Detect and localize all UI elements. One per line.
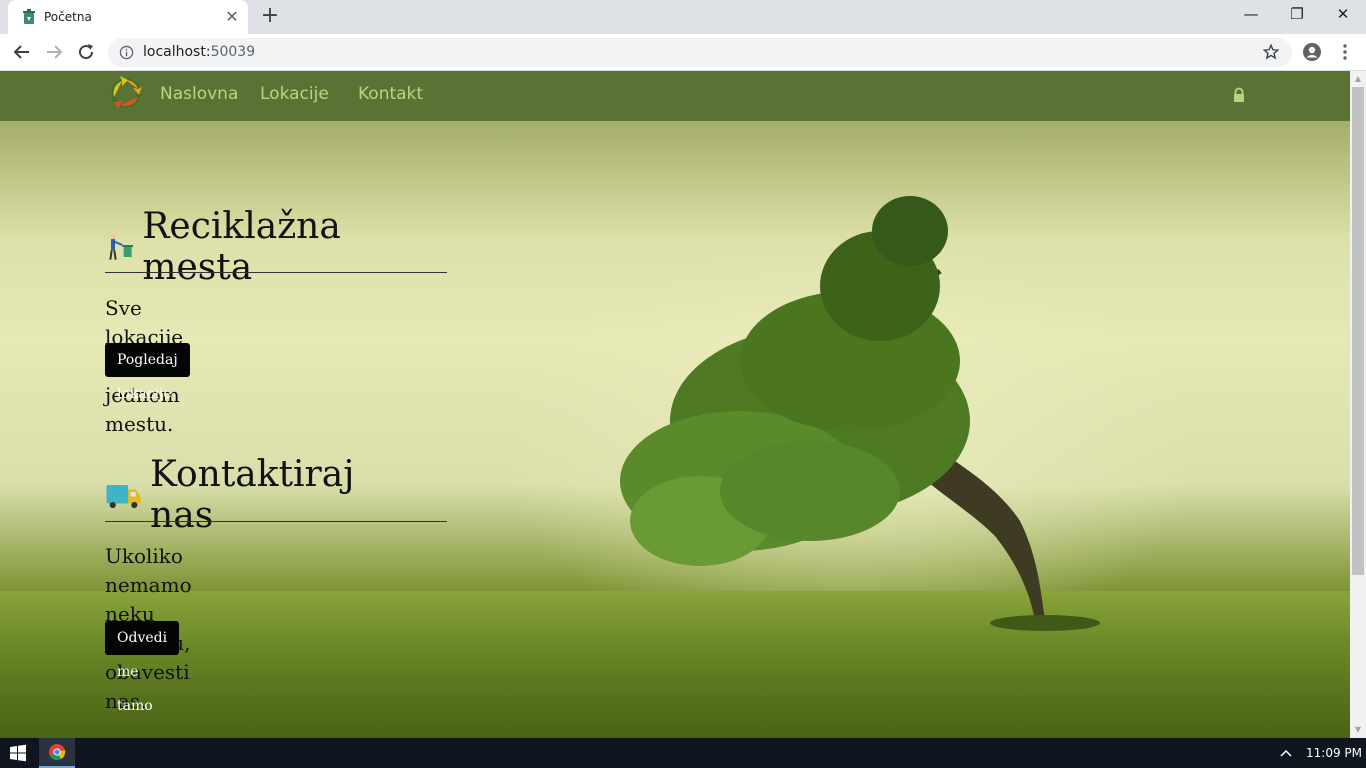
delivery-truck-icon: [106, 484, 141, 509]
site-info-icon[interactable]: [119, 45, 134, 60]
person-recycling-icon: [109, 233, 133, 260]
back-arrow-icon[interactable]: [10, 40, 34, 64]
scroll-up-arrow-icon[interactable]: ▲: [1350, 71, 1366, 87]
browser-tab[interactable]: Početna ✕: [8, 0, 248, 34]
lock-icon[interactable]: [1232, 87, 1246, 103]
section-title: Reciklažna mesta: [142, 206, 341, 288]
minimize-button[interactable]: —: [1228, 0, 1274, 30]
forward-arrow-icon[interactable]: [42, 40, 66, 64]
tab-title: Početna: [44, 10, 92, 24]
page-scrollbar[interactable]: ▲ ▼: [1350, 71, 1366, 738]
window-close-button[interactable]: ✕: [1320, 0, 1366, 30]
section-title: Kontaktiraj nas: [150, 454, 355, 536]
divider: [105, 521, 447, 522]
scroll-thumb[interactable]: [1352, 87, 1364, 575]
nav-link-kontakt[interactable]: Kontakt: [358, 84, 423, 104]
scroll-down-arrow-icon[interactable]: ▼: [1350, 722, 1366, 738]
divider: [105, 272, 447, 273]
take-me-there-button[interactable]: Odvedi me tamo: [105, 621, 180, 714]
recycle-logo-icon[interactable]: [108, 75, 144, 111]
browser-toolbar: localhost:50039: [0, 34, 1366, 71]
tab-close-icon[interactable]: ✕: [224, 9, 240, 25]
nav-link-naslovna[interactable]: Naslovna: [160, 84, 238, 104]
tree-background-image: [620, 196, 1100, 631]
address-bar[interactable]: localhost:50039: [108, 38, 1292, 67]
windows-taskbar: 11:09 PM: [0, 738, 1366, 768]
bookmark-star-icon[interactable]: [1262, 43, 1280, 61]
chrome-icon: [49, 744, 66, 761]
taskbar-chrome-button[interactable]: [39, 738, 75, 768]
profile-avatar-icon[interactable]: [1302, 42, 1322, 62]
tray-chevron-up-icon[interactable]: [1278, 746, 1294, 760]
nav-link-lokacije[interactable]: Lokacije: [260, 84, 329, 104]
reload-icon[interactable]: [74, 40, 98, 64]
restore-button[interactable]: ❐: [1274, 0, 1320, 30]
url-text[interactable]: localhost:50039: [143, 44, 255, 60]
section-heading: Reciklažna mesta: [105, 206, 356, 288]
menu-kebab-icon[interactable]: [1335, 42, 1355, 62]
new-tab-button[interactable]: +: [258, 5, 282, 29]
recycle-bin-favicon-icon: [23, 9, 35, 24]
view-locations-button[interactable]: Pogledaj lokacije: [105, 343, 190, 402]
section-heading: Kontaktiraj nas: [105, 454, 365, 536]
windows-start-icon[interactable]: [0, 738, 36, 768]
taskbar-clock[interactable]: 11:09 PM: [1306, 746, 1362, 760]
url-host: localhost:: [143, 44, 211, 60]
browser-tabstrip: Početna ✕ + — ❐ ✕: [0, 0, 1366, 34]
site-navbar: Naslovna Lokacije Kontakt: [0, 71, 1350, 121]
url-port: 50039: [210, 44, 256, 60]
page-viewport: Naslovna Lokacije Kontakt Reciklažna mes…: [0, 71, 1350, 738]
